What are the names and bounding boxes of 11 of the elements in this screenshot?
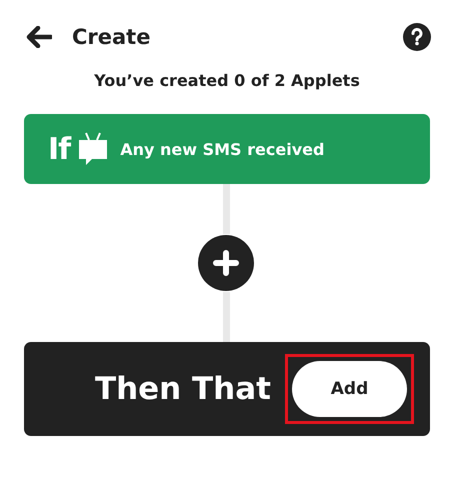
page-title: Create — [72, 25, 152, 49]
applet-count: You’ve created 0 of 2 Applets — [93, 71, 361, 92]
sms-icon — [78, 132, 108, 166]
add-button[interactable]: Add — [292, 361, 407, 417]
add-step-icon[interactable] — [197, 234, 255, 292]
back-arrow-icon[interactable] — [26, 26, 52, 48]
help-icon[interactable] — [402, 22, 432, 52]
then-that-label: Then That — [94, 371, 271, 407]
if-label: If — [48, 132, 70, 166]
trigger-card[interactable]: If Any new SMS received — [24, 114, 430, 184]
trigger-text: Any new SMS received — [120, 140, 324, 158]
